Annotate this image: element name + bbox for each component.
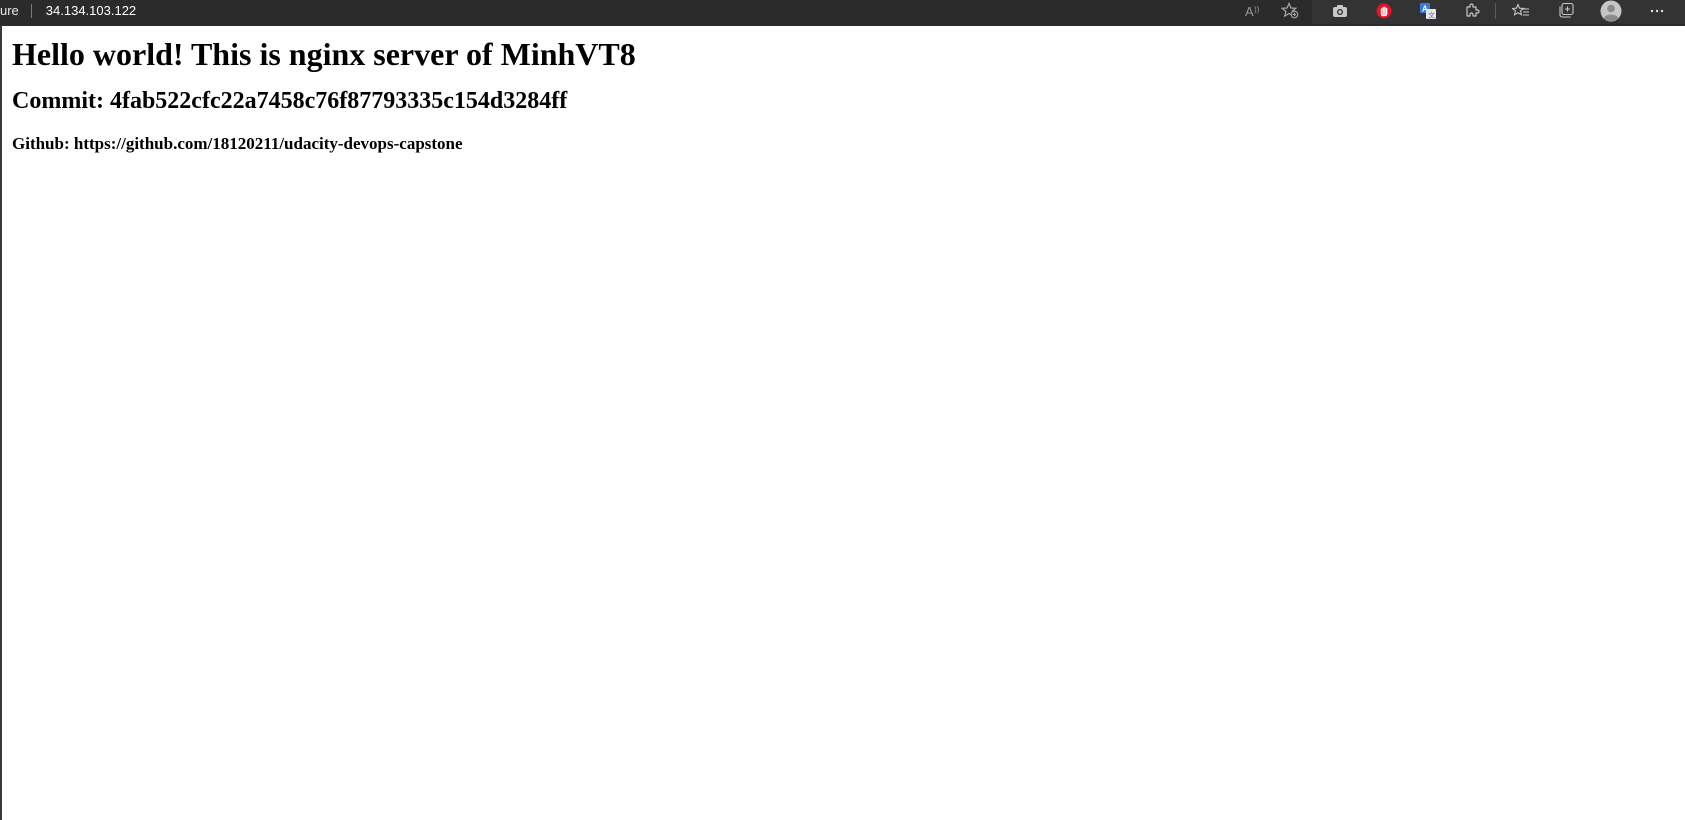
more-icon[interactable] xyxy=(1644,0,1670,21)
page-heading: Hello world! This is nginx server of Min… xyxy=(12,36,636,72)
github-heading: Github: https://github.com/18120211/udac… xyxy=(12,134,463,153)
address-bar[interactable]: ure 34.134.103.122 xyxy=(0,0,136,21)
page-content: Hello world! This is nginx server of Min… xyxy=(12,34,636,154)
url-text[interactable]: 34.134.103.122 xyxy=(46,3,136,18)
svg-text:)): )) xyxy=(1254,5,1260,14)
security-label[interactable]: ure xyxy=(0,3,19,18)
read-aloud-icon[interactable]: A )) xyxy=(1240,0,1266,21)
page-viewport: Hello world! This is nginx server of Min… xyxy=(0,26,1685,820)
address-separator xyxy=(30,3,32,18)
svg-text:A: A xyxy=(1245,4,1254,19)
browser-toolbar: ure 34.134.103.122 A )) A 文 xyxy=(0,0,1685,26)
adblock-icon[interactable] xyxy=(1371,0,1397,21)
profile-icon[interactable] xyxy=(1598,0,1624,21)
toolbar-actions xyxy=(1312,0,1685,24)
screenshot-icon[interactable] xyxy=(1327,0,1353,21)
extensions-icon[interactable] xyxy=(1459,0,1485,21)
translate-icon[interactable]: A 文 xyxy=(1415,0,1441,21)
add-favorite-icon[interactable] xyxy=(1277,0,1303,21)
collections-icon[interactable] xyxy=(1553,0,1579,21)
favorites-icon[interactable] xyxy=(1508,0,1534,21)
toolbar-divider xyxy=(1495,3,1496,19)
svg-text:文: 文 xyxy=(1428,10,1435,19)
commit-heading: Commit: 4fab522cfc22a7458c76f87793335c15… xyxy=(12,88,568,114)
